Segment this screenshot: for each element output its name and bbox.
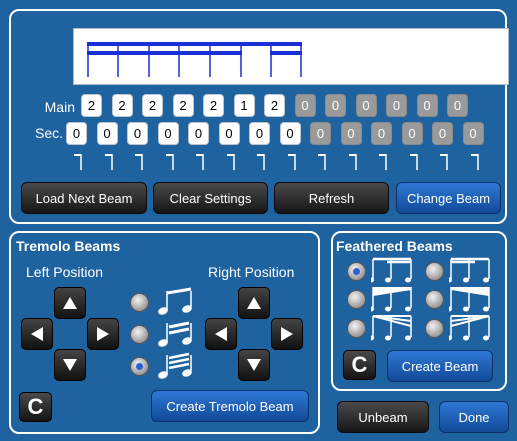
main-beam-count-field[interactable]: 2 (142, 94, 163, 117)
arrow-left-icon (31, 327, 43, 341)
primary-beam (87, 42, 302, 46)
left-left-arrow-button[interactable] (21, 318, 53, 350)
arrow-up-icon (63, 297, 77, 309)
stem-flag-icon (165, 154, 174, 170)
feathered-option-4-radio[interactable] (425, 290, 444, 309)
tremolo-triple-beam-icon (158, 352, 192, 379)
unbeam-button[interactable]: Unbeam (337, 401, 429, 433)
stem-flag-icon (470, 154, 479, 170)
beam-preview-graphic (87, 42, 302, 77)
secondary-beam-count-field[interactable]: 0 (310, 122, 331, 145)
main-beam-count-field[interactable]: 0 (447, 94, 468, 117)
stem-flag-icon (74, 154, 82, 170)
arrow-down-icon (63, 359, 77, 371)
feathered-fan-in-icon (371, 287, 412, 312)
left-down-arrow-button[interactable] (54, 349, 86, 381)
tremolo-option-3-radio[interactable] (130, 357, 149, 376)
arrow-down-icon (247, 359, 261, 371)
main-beam-count-field[interactable]: 2 (172, 94, 194, 117)
stem-flag-icon (104, 154, 113, 170)
arrow-left-icon (215, 327, 227, 341)
tremolo-single-beam-icon (158, 287, 192, 315)
sec-row-label: Sec. (34, 125, 63, 141)
secondary-beam-count-field[interactable]: 0 (188, 122, 209, 145)
main-beam-count-field[interactable]: 2 (264, 94, 285, 117)
secondary-beam-count-field[interactable]: 0 (218, 122, 240, 145)
feathered-clear-button[interactable]: C (343, 350, 376, 380)
feathered-option-1-radio[interactable] (347, 262, 366, 281)
feathered-fan-out-icon (449, 287, 490, 312)
secondary-beam-count-field[interactable]: 0 (157, 122, 179, 145)
stem-flag-icon (196, 154, 204, 170)
load-next-beam-button[interactable]: Load Next Beam (21, 182, 147, 214)
stem-flag-icon (348, 154, 357, 170)
stem-flag-icon (318, 154, 326, 170)
arrow-right-icon (97, 327, 109, 341)
tremolo-double-beam-icon (158, 321, 192, 347)
feathered-beams-panel: Feathered Beams C Create Beam (331, 231, 507, 391)
feathered-option-6-radio[interactable] (425, 319, 444, 338)
feathered-multi-fan-in-icon (371, 315, 412, 341)
feathered-option-2-radio[interactable] (425, 262, 444, 281)
secondary-beam (87, 51, 242, 55)
main-beam-count-field[interactable]: 0 (386, 94, 407, 117)
main-beam-count-field[interactable]: 1 (233, 94, 255, 117)
beam-preview (73, 28, 509, 85)
secondary-beam-count-field[interactable]: 0 (401, 122, 423, 145)
right-right-arrow-button[interactable] (271, 318, 303, 350)
tremolo-title: Tremolo Beams (16, 238, 121, 254)
tremolo-option-2-radio[interactable] (130, 325, 149, 344)
stem-flag-icon (379, 154, 387, 170)
main-row-label: Main (44, 99, 75, 115)
left-position-label: Left Position (26, 264, 104, 280)
stem-flag-icon (287, 154, 296, 170)
right-left-arrow-button[interactable] (205, 318, 237, 350)
main-beam-count-field[interactable]: 2 (81, 94, 102, 117)
secondary-beam-count-field[interactable]: 0 (96, 122, 118, 145)
left-up-arrow-button[interactable] (54, 287, 86, 319)
secondary-beam-count-field[interactable]: 0 (249, 122, 270, 145)
stem-flag-icon (226, 154, 235, 170)
arrow-right-icon (281, 327, 293, 341)
secondary-beam-count-field[interactable]: 0 (66, 122, 87, 145)
right-position-label: Right Position (208, 264, 295, 280)
refresh-button[interactable]: Refresh (274, 182, 389, 214)
stem-flag-icon (257, 154, 265, 170)
stem-flag-icon (135, 154, 143, 170)
stem-flag-icon (440, 154, 448, 170)
feathered-accel-icon (371, 257, 412, 283)
main-beam-count-field[interactable]: 0 (294, 94, 316, 117)
main-beam-count-field[interactable]: 0 (355, 94, 377, 117)
secondary-beam-count-field[interactable]: 0 (279, 122, 301, 145)
secondary-beam-count-field[interactable]: 0 (127, 122, 148, 145)
feathered-option-5-radio[interactable] (347, 319, 366, 338)
create-tremolo-beam-button[interactable]: Create Tremolo Beam (151, 390, 309, 422)
right-up-arrow-button[interactable] (238, 287, 270, 319)
right-down-arrow-button[interactable] (238, 349, 270, 381)
main-beam-count-field[interactable]: 0 (325, 94, 346, 117)
change-beam-button[interactable]: Change Beam (396, 182, 501, 214)
secondary-beam-count-field[interactable]: 0 (371, 122, 392, 145)
create-feathered-beam-button[interactable]: Create Beam (387, 350, 493, 382)
stem-flag-icon (409, 154, 418, 170)
feathered-multi-fan-out-icon (449, 315, 490, 341)
secondary-beam-count-field[interactable]: 0 (340, 122, 362, 145)
tremolo-clear-button[interactable]: C (19, 392, 52, 422)
feathered-title: Feathered Beams (336, 238, 453, 254)
done-button[interactable]: Done (439, 401, 509, 433)
feathered-option-3-radio[interactable] (347, 290, 366, 309)
left-right-arrow-button[interactable] (87, 318, 119, 350)
main-beam-count-field[interactable]: 2 (203, 94, 224, 117)
tremolo-beams-panel: Tremolo Beams Left Position Right Positi… (9, 231, 320, 434)
main-beam-count-field[interactable]: 2 (111, 94, 133, 117)
arrow-up-icon (247, 297, 261, 309)
feathered-decel-icon (449, 257, 490, 283)
tremolo-option-1-radio[interactable] (130, 293, 149, 312)
main-beam-count-field[interactable]: 0 (416, 94, 438, 117)
secondary-beam (270, 51, 302, 55)
clear-settings-button[interactable]: Clear Settings (153, 182, 268, 214)
beam-editor-panel: Main Sec. Load Next Beam Clear Settings … (9, 9, 509, 224)
secondary-beam-count-field[interactable]: 0 (462, 122, 484, 145)
secondary-beam-count-field[interactable]: 0 (432, 122, 453, 145)
